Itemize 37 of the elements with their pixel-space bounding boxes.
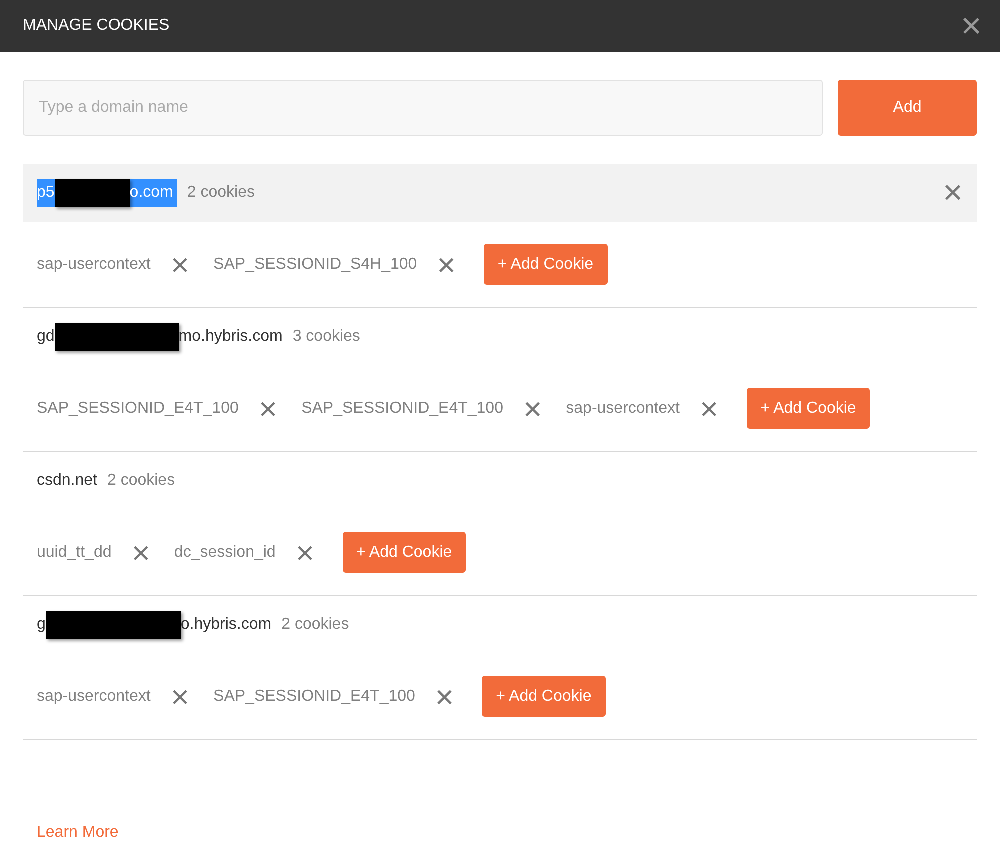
close-button[interactable]: × xyxy=(960,8,982,44)
cookie-name[interactable]: uuid_tt_dd xyxy=(37,540,112,564)
cookie-count: 2 cookies xyxy=(282,615,350,635)
remove-cookie-button[interactable]: × xyxy=(435,680,454,712)
remove-domain-button[interactable]: × xyxy=(943,176,963,210)
cookie-name[interactable]: SAP_SESSIONID_S4H_100 xyxy=(214,252,418,276)
remove-cookie-button[interactable]: × xyxy=(170,248,190,280)
add-cookie-button[interactable]: + Add Cookie xyxy=(746,388,870,429)
add-cookie-button[interactable]: + Add Cookie xyxy=(342,532,466,573)
remove-cookie-button[interactable]: × xyxy=(296,536,315,568)
remove-cookie-button[interactable]: × xyxy=(258,392,278,424)
cookie-count: 2 cookies xyxy=(107,471,176,491)
remove-cookie-button[interactable]: × xyxy=(170,680,190,712)
cookie-name[interactable]: dc_session_id xyxy=(174,540,276,564)
cookie-count: 3 cookies xyxy=(292,327,360,347)
add-cookie-button[interactable]: + Add Cookie xyxy=(482,676,606,717)
cookie-name[interactable]: sap-usercontext xyxy=(566,396,680,420)
remove-cookie-button[interactable]: × xyxy=(523,392,542,424)
cookie-name[interactable]: SAP_SESSIONID_E4T_100 xyxy=(37,396,239,420)
remove-cookie-button[interactable]: × xyxy=(437,248,456,280)
domain-name: g o.hybris.com xyxy=(37,611,272,639)
domain-name: csdn.net xyxy=(37,471,98,491)
learn-more-link[interactable]: Learn More xyxy=(37,824,119,841)
add-button[interactable]: Add xyxy=(838,80,977,136)
remove-cookie-button[interactable]: × xyxy=(700,392,719,424)
domain-header[interactable]: p5 o.com 2 cookies × xyxy=(23,164,977,222)
window-title: MANAGE COOKIES xyxy=(23,16,170,36)
domain-input-field[interactable]: Type a domain name xyxy=(23,80,823,136)
cookie-name[interactable]: sap-usercontext xyxy=(37,252,151,276)
cookie-name[interactable]: SAP_SESSIONID_E4T_100 xyxy=(302,396,504,420)
cookie-count: 2 cookies xyxy=(187,183,255,203)
domain-name: p5 o.com xyxy=(37,179,178,207)
cookie-name[interactable]: sap-usercontext xyxy=(37,684,151,708)
add-cookie-button[interactable]: + Add Cookie xyxy=(484,244,608,285)
domain-name: gd mo.hybris.com xyxy=(37,323,283,351)
remove-cookie-button[interactable]: × xyxy=(132,536,150,568)
cookie-name[interactable]: SAP_SESSIONID_E4T_100 xyxy=(214,684,416,708)
